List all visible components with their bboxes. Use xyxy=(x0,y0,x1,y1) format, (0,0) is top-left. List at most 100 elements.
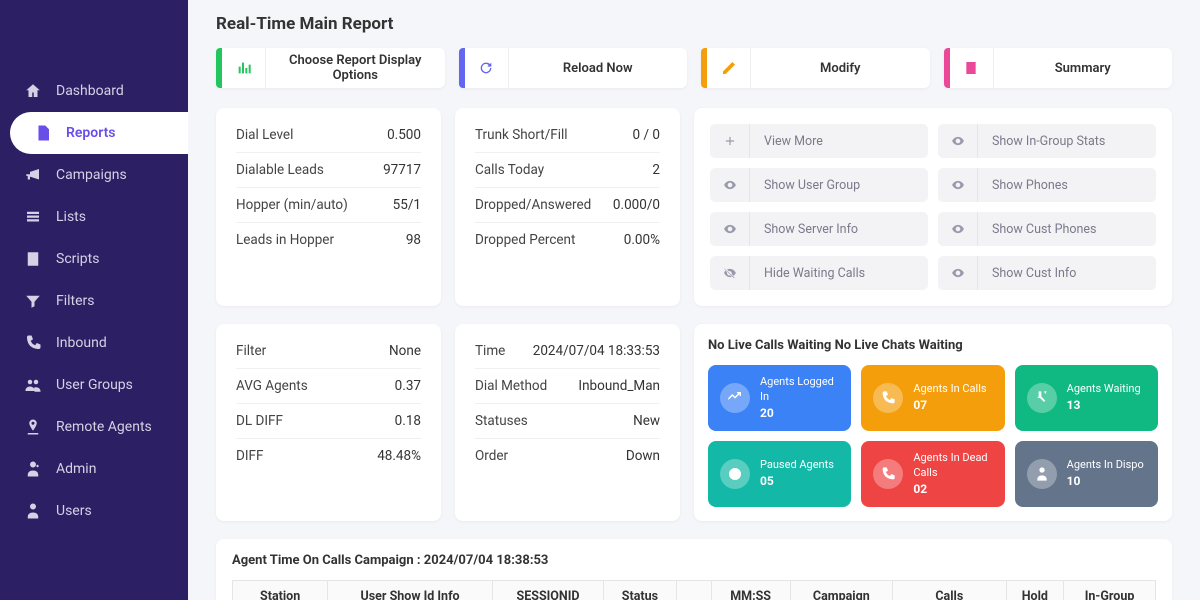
stat-line: FilterNone xyxy=(236,334,421,368)
show-button[interactable]: View More xyxy=(710,124,928,158)
sidebar-item-inbound[interactable]: Inbound xyxy=(0,322,188,364)
reload-button[interactable]: Reload Now xyxy=(459,48,688,88)
sidebar-item-user-groups[interactable]: User Groups xyxy=(0,364,188,406)
show-button[interactable]: Show Server Info xyxy=(710,212,928,246)
table-header: Hold xyxy=(1006,580,1064,600)
stat-value: 0 / 0 xyxy=(633,127,660,143)
stat-line: Statuses New xyxy=(475,403,660,438)
stat-line: Calls Today2 xyxy=(475,152,660,187)
eye-off-icon xyxy=(710,256,750,290)
stat-key: Dropped Percent xyxy=(475,232,575,248)
metric-text: Agents In Dispo10 xyxy=(1067,458,1144,489)
stat-line: DIFF48.48% xyxy=(236,438,421,473)
sidebar-item-dashboard[interactable]: Dashboard xyxy=(0,70,188,112)
sidebar-item-reports[interactable]: Reports xyxy=(10,112,188,154)
sidebar: Dashboard Reports Campaigns Lists Script… xyxy=(0,0,188,600)
eye-icon xyxy=(938,168,978,202)
stat-value: 0.00% xyxy=(624,232,660,248)
metric-label: Agents Logged In xyxy=(760,375,839,405)
metric-icon xyxy=(873,383,903,413)
table-header: Station xyxy=(233,580,328,600)
home-icon xyxy=(24,82,42,100)
metric-grid: Agents Logged In20Agents In Calls07 Agent… xyxy=(708,365,1158,507)
list-icon xyxy=(24,208,42,226)
sidebar-item-scripts[interactable]: Scripts xyxy=(0,238,188,280)
stat-line: Dropped/Answered0.000/0 xyxy=(475,187,660,222)
table-header: In-Group xyxy=(1064,580,1156,600)
metric-label: Agents In Dead Calls xyxy=(913,451,992,481)
stat-line: Trunk Short/Fill0 / 0 xyxy=(475,118,660,152)
stat-line: Dropped Percent 0.00% xyxy=(475,222,660,257)
table-title: Agent Time On Calls Campaign : 2024/07/0… xyxy=(232,553,1156,568)
stat-line: DL DIFF0.18 xyxy=(236,403,421,438)
metric-number: 02 xyxy=(913,481,992,497)
stat-line: AVG Agents0.37 xyxy=(236,368,421,403)
show-button[interactable]: Hide Waiting Calls xyxy=(710,256,928,290)
metric-number: 05 xyxy=(760,473,834,489)
choose-report-button[interactable]: Choose Report Display Options xyxy=(216,48,445,88)
sidebar-item-label: Remote Agents xyxy=(56,419,152,435)
action-label: Choose Report Display Options xyxy=(266,53,445,83)
metric-icon xyxy=(720,383,750,413)
sidebar-item-filters[interactable]: Filters xyxy=(0,280,188,322)
stat-line: OrderDown xyxy=(475,438,660,473)
sidebar-item-label: Scripts xyxy=(56,251,99,267)
stat-key: DL DIFF xyxy=(236,413,283,429)
sidebar-item-label: Reports xyxy=(66,125,116,141)
metric-label: Paused Agents xyxy=(760,458,834,473)
stat-key: Dropped/Answered xyxy=(475,197,591,213)
sidebar-item-remote-agents[interactable]: Remote Agents xyxy=(0,406,188,448)
plus-icon xyxy=(710,124,750,158)
stats-card-dial: Dial Level0.500Dialable Leads97717Hopper… xyxy=(216,108,441,306)
show-button[interactable]: Show Phones xyxy=(938,168,1156,202)
show-button[interactable]: Show User Group xyxy=(710,168,928,202)
phone-icon xyxy=(24,334,42,352)
metric-text: Agents Waiting13 xyxy=(1067,382,1141,413)
metric-card[interactable]: Agents In Dead Calls02 xyxy=(861,441,1004,507)
action-label: Modify xyxy=(751,61,930,76)
metric-card[interactable]: Agents Waiting13 xyxy=(1015,365,1158,431)
metric-card[interactable]: Agents Logged In20 xyxy=(708,365,851,431)
live-status-section: No Live Calls Waiting No Live Chats Wait… xyxy=(694,324,1172,521)
metric-label: Agents Waiting xyxy=(1067,382,1141,397)
stat-key: Dial Level xyxy=(236,127,293,143)
user-icon xyxy=(24,502,42,520)
sidebar-item-campaigns[interactable]: Campaigns xyxy=(0,154,188,196)
sidebar-item-admin[interactable]: Admin xyxy=(0,448,188,490)
page-title: Real-Time Main Report xyxy=(216,14,1172,34)
modify-button[interactable]: Modify xyxy=(701,48,930,88)
sidebar-item-lists[interactable]: Lists xyxy=(0,196,188,238)
sidebar-item-label: Users xyxy=(56,503,92,519)
show-button-label: Hide Waiting Calls xyxy=(750,266,865,281)
table-header: Campaign xyxy=(790,580,893,600)
show-button[interactable]: Show Cust Info xyxy=(938,256,1156,290)
stat-key: DIFF xyxy=(236,448,263,464)
stat-key: Dialable Leads xyxy=(236,162,324,178)
eye-icon xyxy=(938,212,978,246)
show-button-label: Show Phones xyxy=(978,178,1068,193)
stat-key: AVG Agents xyxy=(236,378,308,394)
metric-card[interactable]: Agents In Dispo10 xyxy=(1015,441,1158,507)
agent-table-section: Agent Time On Calls Campaign : 2024/07/0… xyxy=(216,539,1172,600)
show-button-label: Show Cust Info xyxy=(978,266,1076,281)
stat-key: Leads in Hopper xyxy=(236,232,334,248)
metric-label: Agents In Dispo xyxy=(1067,458,1144,473)
show-button[interactable]: Show In-Group Stats xyxy=(938,124,1156,158)
eye-icon xyxy=(710,168,750,202)
stat-key: Hopper (min/auto) xyxy=(236,197,348,213)
action-label: Reload Now xyxy=(509,61,688,76)
sidebar-item-users[interactable]: Users xyxy=(0,490,188,532)
metric-card[interactable]: Paused Agents05 xyxy=(708,441,851,507)
users-icon xyxy=(24,376,42,394)
stat-value: New xyxy=(633,413,660,429)
table-header: MM:SS xyxy=(711,580,790,600)
stat-key: Statuses xyxy=(475,413,528,429)
sidebar-item-label: Campaigns xyxy=(56,167,127,183)
stat-value: Inbound_Man xyxy=(578,378,660,394)
table-header xyxy=(676,580,711,600)
summary-button[interactable]: Summary xyxy=(944,48,1173,88)
show-button[interactable]: Show Cust Phones xyxy=(938,212,1156,246)
main-content: Real-Time Main Report Choose Report Disp… xyxy=(188,0,1200,600)
metric-card[interactable]: Agents In Calls07 xyxy=(861,365,1004,431)
stat-value: 97717 xyxy=(383,162,421,178)
